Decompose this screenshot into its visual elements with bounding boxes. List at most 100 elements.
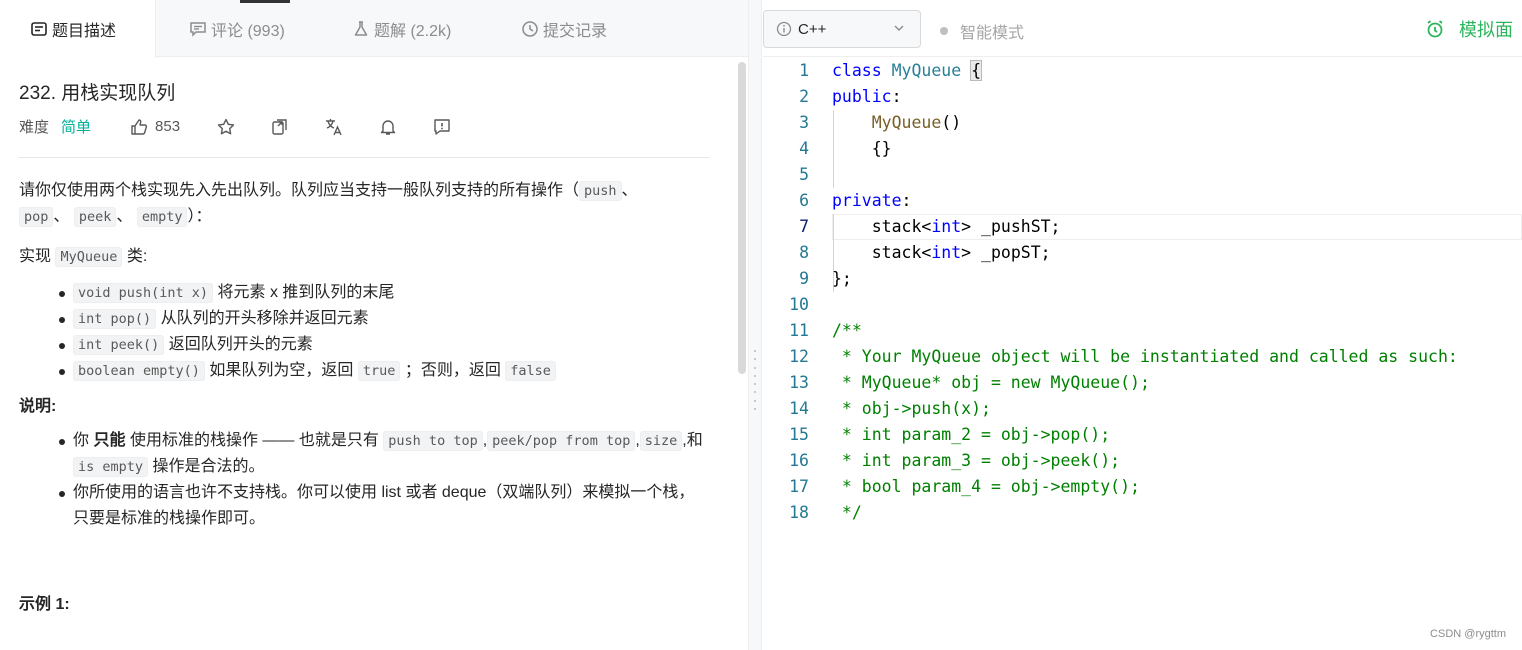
description-scroll-thumb[interactable] [738, 62, 746, 374]
code-line[interactable]: 17 * bool param_4 = obj->empty(); [763, 474, 1522, 500]
code-line[interactable]: 14 * obj->push(x); [763, 396, 1522, 422]
code-line[interactable]: 11 /** [763, 318, 1522, 344]
meta-divider [19, 157, 709, 158]
line-number: 6 [799, 191, 809, 210]
impl-prefix: 实现 [19, 248, 52, 265]
code-text: {} [832, 139, 892, 158]
code-text: * int param_3 = obj->peek(); [832, 451, 1121, 470]
translate-button[interactable] [324, 117, 344, 137]
note-code: is empty [73, 457, 149, 477]
tab-submissions-label: 提交记录 [543, 22, 608, 40]
star-icon [216, 117, 236, 137]
smart-mode-toggle[interactable]: 智能模式 [940, 19, 1024, 43]
feedback-button[interactable] [432, 117, 452, 137]
problem-title: 232. 用栈实现队列 [19, 83, 176, 104]
line-number: 9 [799, 269, 809, 288]
code-line[interactable]: 15 * int param_2 = obj->pop(); [763, 422, 1522, 448]
mock-interview-button[interactable]: 模拟面 [1425, 16, 1513, 42]
clock-icon [521, 20, 539, 38]
code-line[interactable]: 10 [763, 292, 1522, 318]
tab-description[interactable]: 题目描述 [0, 0, 156, 58]
code-line[interactable]: 3 MyQueue() [763, 110, 1522, 136]
sep: 、 [116, 208, 133, 225]
code-line[interactable]: 5 [763, 162, 1522, 188]
panel-splitter[interactable] [748, 0, 762, 650]
note-code: size [639, 431, 683, 451]
method-text: 如果队列为空，返回 [209, 362, 354, 379]
op-peek: peek [73, 207, 117, 227]
code-line[interactable]: 1 class MyQueue { [763, 58, 1522, 84]
note-text: 操作是合法的。 [152, 458, 265, 475]
sep: 、 [53, 208, 70, 225]
code-line[interactable]: 2 public: [763, 84, 1522, 110]
code-line[interactable]: 6 private: [763, 188, 1522, 214]
line-number: 10 [789, 295, 809, 314]
list-item: void push(int x) 将元素 x 推到队列的末尾 [19, 280, 709, 306]
line-number: 3 [799, 113, 809, 132]
code-true: true [357, 361, 401, 381]
splitter-grip[interactable] [753, 350, 757, 410]
flask-icon [352, 20, 370, 38]
thumbs-up-icon [129, 117, 149, 137]
code-line[interactable]: 9}; [763, 266, 1522, 292]
op-empty: empty [136, 207, 188, 227]
code-text: }; [832, 269, 852, 288]
code-line[interactable]: 18 */ [763, 500, 1522, 526]
impl-suffix: 类: [126, 248, 148, 265]
comment-icon [189, 20, 207, 38]
notification-button[interactable] [378, 117, 398, 137]
line-number: 18 [789, 503, 809, 522]
method-text: ；否则，返回 [404, 362, 501, 379]
code-text: /** [832, 321, 862, 340]
code-line[interactable]: 4 {} [763, 136, 1522, 162]
code-text: stack<int> _popST; [832, 243, 1051, 262]
problem-content: 请你仅使用两个栈实现先入先出队列。队列应当支持一般队列支持的所有操作（ push、… [19, 178, 709, 626]
description-icon [30, 20, 48, 38]
intro-paragraph: 请你仅使用两个栈实现先入先出队列。队列应当支持一般队列支持的所有操作（ push、… [19, 178, 709, 230]
line-number: 15 [789, 425, 809, 444]
code-editor[interactable]: 1 class MyQueue {2 public: 3 MyQueue() 4 {} 5… [763, 58, 1522, 650]
line-number: 5 [799, 165, 809, 184]
tab-comments[interactable]: 评论 (993) [189, 0, 285, 57]
note-text: 你所使用的语言也许不支持栈。你可以使用 list 或者 deque（双端队列）来… [73, 484, 695, 527]
line-number: 2 [799, 87, 809, 106]
code-text: * bool param_4 = obj->empty(); [832, 477, 1140, 496]
code-line[interactable]: 13 * MyQueue* obj = new MyQueue(); [763, 370, 1522, 396]
problem-tabs: 题目描述 评论 (993) 题解 (2.2k) 提交记录 [0, 0, 750, 58]
example-heading: 示例 1: [19, 596, 70, 613]
tab-solutions[interactable]: 题解 (2.2k) [352, 0, 451, 57]
code-text: private: [832, 191, 912, 210]
description-panel: 232. 用栈实现队列 难度 简单 853 请你仅使用两个栈实现先入先出队列。队… [0, 58, 736, 650]
status-dot [940, 27, 948, 35]
code-text: MyQueue() [871, 113, 962, 132]
impl-paragraph: 实现 MyQueue 类: [19, 244, 709, 270]
code-text: */ [832, 503, 862, 522]
tab-submissions[interactable]: 提交记录 [521, 0, 607, 57]
like-button[interactable]: 853 [129, 117, 180, 137]
code-line[interactable]: 8 stack<int> _popST; [763, 240, 1522, 266]
code-text: * Your MyQueue object will be instantiat… [832, 347, 1458, 366]
line-number: 8 [799, 243, 809, 262]
alarm-clock-icon [1425, 19, 1445, 39]
share-button[interactable] [270, 117, 290, 137]
list-item: int pop() 从队列的开头移除并返回元素 [19, 306, 709, 332]
code-text: class MyQueue { [832, 60, 983, 81]
code-line[interactable]: 16 * int param_3 = obj->peek(); [763, 448, 1522, 474]
mock-interview-label: 模拟面 [1459, 20, 1513, 40]
language-select[interactable]: C++ [763, 10, 921, 48]
top-indicator [240, 0, 290, 3]
code-line[interactable]: 12 * Your MyQueue object will be instant… [763, 344, 1522, 370]
code-line[interactable]: 7 stack<int> _pushST; [763, 214, 1522, 240]
list-item: 你 只能 使用标准的栈操作 —— 也就是只有 push to top, peek/… [19, 428, 709, 480]
note-code: peek/pop from top [487, 431, 636, 451]
tab-description-label: 题目描述 [52, 23, 117, 40]
method-code: int pop() [73, 309, 157, 329]
class-name: MyQueue [55, 247, 123, 267]
list-item: boolean empty() 如果队列为空，返回 true ；否则，返回 fa… [19, 358, 709, 384]
translate-icon [324, 117, 344, 137]
like-count: 853 [155, 118, 181, 135]
difficulty-label: 难度 [19, 119, 50, 136]
favorite-button[interactable] [216, 117, 236, 137]
info-icon [776, 21, 792, 37]
line-number: 1 [799, 61, 809, 80]
